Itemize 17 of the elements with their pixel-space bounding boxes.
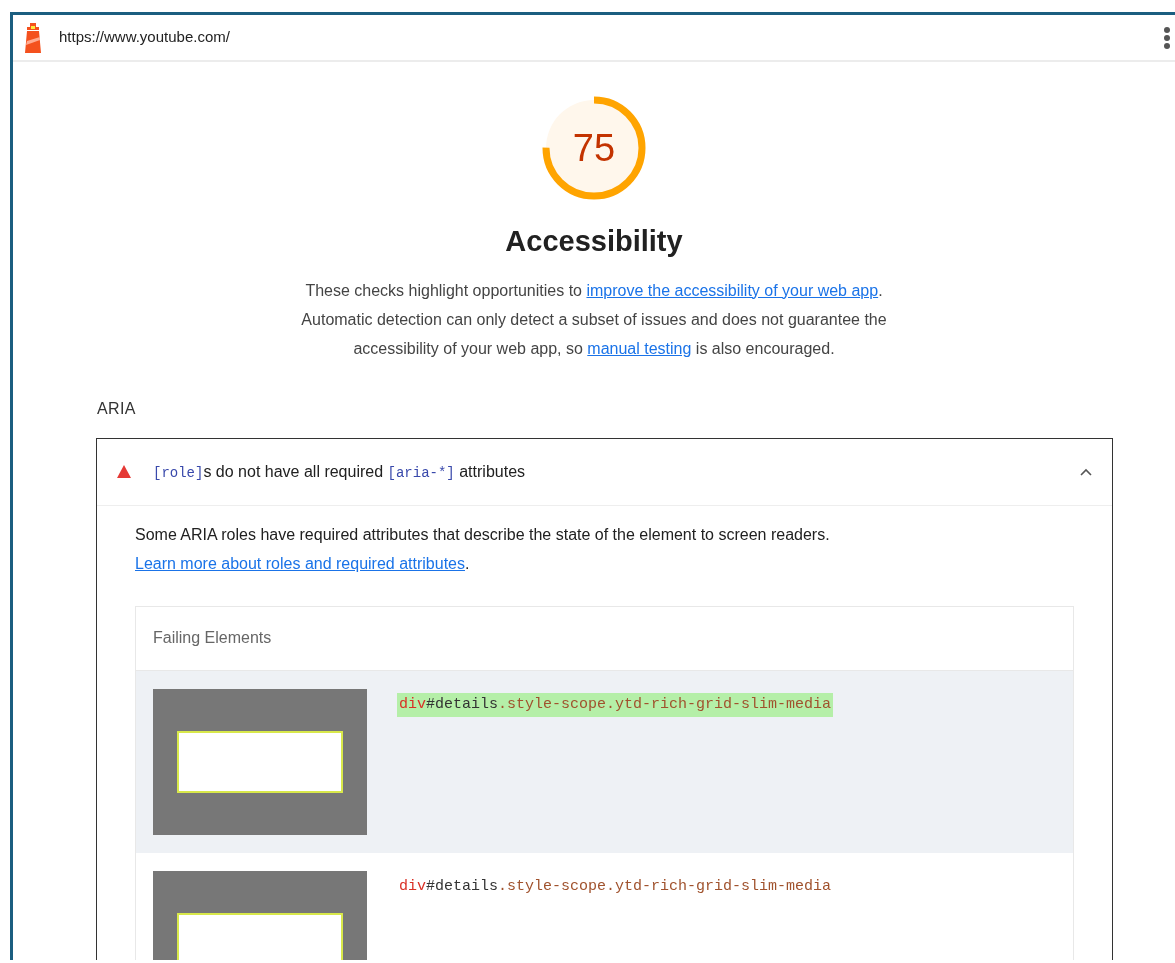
more-options-icon[interactable] (1163, 25, 1171, 50)
score-value: 75 (571, 125, 617, 171)
link[interactable]: improve the accessibility of your web app (586, 281, 879, 299)
group-title: ARIA (97, 398, 137, 419)
page-url: https://www.youtube.com/ (59, 27, 230, 48)
link[interactable]: manual testing (587, 339, 692, 357)
warning-triangle-icon (117, 465, 131, 478)
link[interactable]: Learn more about roles and required attributes (135, 554, 465, 572)
chevron-icon[interactable] (1080, 467, 1092, 476)
category-description: These checks highlight opportunities to improve the accessibility of your web app. Automatic detection can only detect a subset of issues and does not guarantee the accessibility of your web app, so manual testing is also encouraged. (300, 280, 888, 359)
element-selector: div#details.style-scope.ytd-rich-grid-slim-media (397, 692, 834, 717)
table-row[interactable]: div#details.style-scope.ytd-rich-grid-slim-media (136, 670, 1073, 853)
audit-description: Some ARIA roles have required attributes that describe the state of the element to screen readers. Learn more about roles and required attributes. (135, 524, 831, 574)
element-selector: div#details.style-scope.ytd-rich-grid-slim-media (398, 876, 833, 897)
table-header: Failing Elements (136, 606, 1073, 671)
audit-title[interactable]: [role]s do not have all required [aria-*] attributes (153, 459, 526, 484)
category-title: Accessibility (505, 224, 683, 259)
